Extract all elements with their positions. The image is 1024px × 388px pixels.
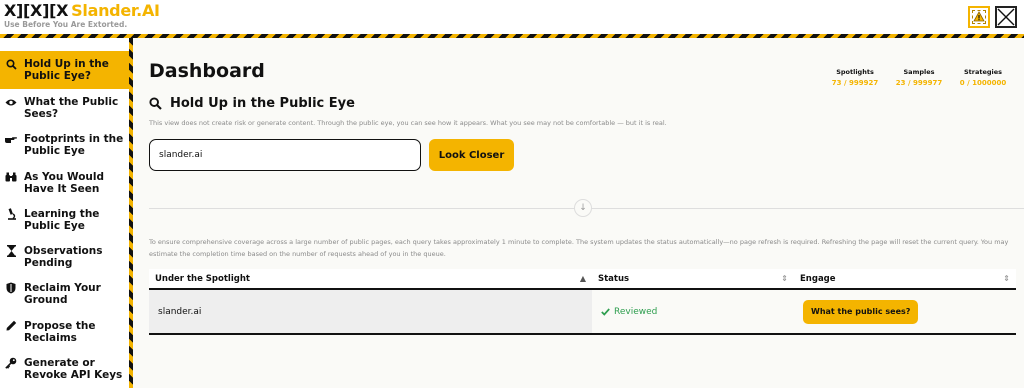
logo-brand: Slander.AI: [71, 1, 160, 20]
sidebar-item-label: Generate or Revoke API Keys: [24, 357, 123, 382]
sidebar-item-label: Propose the Reclaims: [24, 319, 96, 344]
sidebar-item-label: As You Would Have It Seen: [24, 170, 105, 195]
what-public-sees-button[interactable]: What the public sees?: [803, 299, 919, 324]
stat-value: 73 / 999927: [831, 79, 879, 87]
column-header-label: Under the Spotlight: [155, 273, 250, 284]
tagline: Use Before You Are Extorted.: [4, 20, 128, 29]
status-text: Reviewed: [614, 306, 658, 317]
hand-pointing-icon: [4, 133, 18, 145]
section-title: Hold Up in the Public Eye: [149, 96, 355, 111]
column-header-target[interactable]: Under the Spotlight ▲: [149, 269, 592, 288]
sidebar-item-label: Observations Pending: [24, 245, 103, 270]
cell-target: slander.ai: [149, 290, 592, 333]
check-icon: [601, 307, 610, 316]
column-header-label: Status: [598, 273, 630, 284]
stat-value: 0 / 1000000: [959, 79, 1007, 87]
app-header: X][X][X Slander.AI Use Before You Are Ext…: [0, 0, 1024, 34]
warning-icon: [973, 11, 985, 22]
shield-icon: [4, 282, 18, 294]
sidebar-item-learning[interactable]: Learning the Public Eye: [0, 201, 129, 238]
column-header-status[interactable]: Status ⇕: [592, 269, 794, 288]
sidebar-item-label: Hold Up in the Public Eye?: [24, 58, 109, 82]
stat-label: Spotlights: [836, 68, 874, 76]
sidebar-item-reclaim[interactable]: Reclaim Your Ground: [0, 275, 129, 312]
sidebar-item-public-sees[interactable]: What the Public Sees?: [0, 89, 129, 126]
close-button[interactable]: [995, 6, 1017, 28]
sidebar-item-as-seen[interactable]: As You Would Have It Seen: [0, 164, 129, 201]
cell-status: Reviewed: [592, 290, 794, 333]
stat-label: Samples: [903, 68, 935, 76]
arrow-down-icon[interactable]: ↓: [574, 199, 592, 217]
column-header-engage[interactable]: Engage ⇕: [794, 269, 1016, 288]
sidebar: Hold Up in the Public Eye? What the Publ…: [0, 51, 129, 388]
stat-spotlights: Spotlights 73 / 999927: [823, 68, 887, 87]
main-content: Dashboard Spotlights 73 / 999927 Samples…: [133, 38, 1024, 388]
sidebar-item-label: Footprints in the Public Eye: [24, 133, 124, 158]
eye-icon: [4, 96, 18, 108]
column-header-label: Engage: [800, 273, 836, 284]
sort-icon[interactable]: ⇕: [1003, 274, 1010, 283]
status-badge: Reviewed: [601, 307, 657, 317]
sidebar-item-propose[interactable]: Propose the Reclaims: [0, 313, 129, 350]
sort-icon[interactable]: ⇕: [781, 274, 788, 283]
logo-mark: X][X][X: [4, 1, 69, 20]
sidebar-item-label: What the Public Sees?: [24, 96, 119, 120]
stat-samples: Samples 23 / 999977: [887, 68, 951, 87]
stat-label: Strategies: [963, 68, 1003, 76]
hourglass-icon: [4, 245, 18, 258]
domain-query-input[interactable]: [149, 139, 421, 171]
section-title-text: Hold Up in the Public Eye: [170, 96, 355, 111]
sidebar-item-label: Reclaim Your Ground: [24, 282, 101, 307]
cell-engage: What the public sees?: [794, 290, 1016, 333]
stat-value: 23 / 999977: [895, 79, 943, 87]
table-header: Under the Spotlight ▲ Status ⇕ Engage ⇕: [149, 269, 1016, 290]
sort-asc-icon[interactable]: ▲: [580, 274, 586, 283]
table-row: slander.ai Reviewed What the public sees…: [149, 290, 1016, 335]
logo[interactable]: X][X][X Slander.AI: [4, 1, 160, 20]
section-description: This view does not create risk or genera…: [149, 119, 667, 127]
close-icon: [997, 8, 1015, 26]
notification-button[interactable]: [968, 6, 990, 28]
page-title: Dashboard: [149, 60, 265, 82]
sidebar-item-pending[interactable]: Observations Pending: [0, 238, 129, 275]
search-icon: [4, 58, 18, 70]
look-closer-button[interactable]: Look Closer: [429, 139, 514, 171]
key-icon: [4, 357, 18, 369]
queue-info-text: To ensure comprehensive coverage across …: [149, 238, 1009, 258]
usage-stats: Spotlights 73 / 999927 Samples 23 / 9999…: [823, 68, 1015, 87]
results-table: Under the Spotlight ▲ Status ⇕ Engage ⇕ …: [149, 269, 1016, 335]
microscope-icon: [4, 208, 18, 220]
sidebar-item-label: Learning the Public Eye: [24, 207, 100, 232]
search-icon: [149, 97, 162, 110]
sidebar-item-api-keys[interactable]: Generate or Revoke API Keys: [0, 350, 129, 387]
binoculars-icon: [4, 171, 18, 183]
pencil-icon: [4, 320, 18, 332]
stat-strategies: Strategies 0 / 1000000: [951, 68, 1015, 87]
sidebar-item-footprints[interactable]: Footprints in the Public Eye: [0, 126, 129, 163]
sidebar-item-hold-up[interactable]: Hold Up in the Public Eye?: [0, 51, 129, 89]
